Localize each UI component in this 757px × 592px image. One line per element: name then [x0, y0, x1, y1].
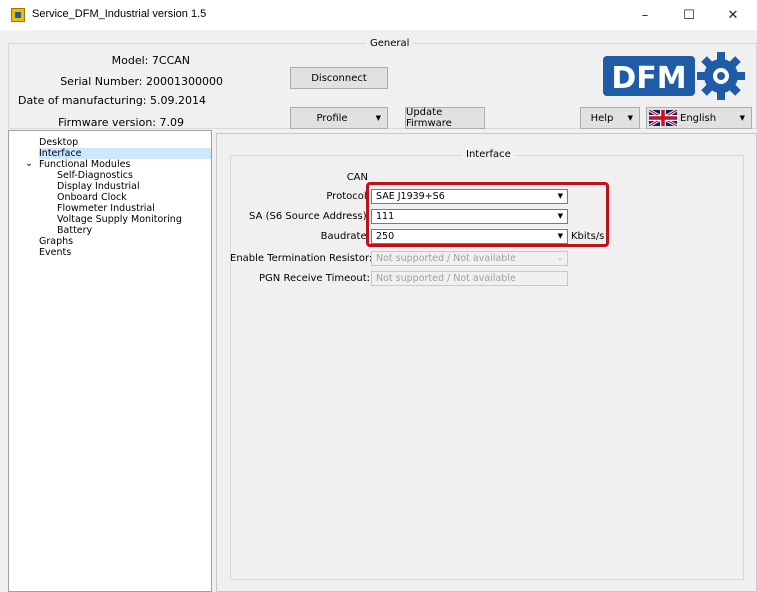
profile-button-label: Profile: [316, 112, 348, 124]
minimize-button[interactable]: –: [623, 0, 667, 30]
manufacture-date-label: Date of manufacturing: 5.09.2014: [18, 94, 206, 107]
chevron-down-icon: ▼: [375, 114, 381, 122]
tree-item-events[interactable]: Events: [39, 247, 71, 258]
tree-item-flowmeter-industrial[interactable]: Flowmeter Industrial: [57, 203, 155, 214]
tree-item-voltage-supply-monitoring[interactable]: Voltage Supply Monitoring: [57, 214, 182, 225]
chevron-down-icon: ▼: [739, 114, 745, 122]
tree-item-onboard-clock[interactable]: Onboard Clock: [57, 192, 127, 203]
tree-item-functional-modules[interactable]: Functional Modules: [39, 159, 130, 170]
tree-expander-functional-modules[interactable]: ⌄: [25, 158, 33, 169]
tree-item-interface[interactable]: Interface: [39, 148, 211, 159]
pgn-timeout-field: Not supported / Not available: [371, 271, 568, 286]
maximize-button[interactable]: ☐: [667, 0, 711, 30]
help-button[interactable]: Help ▼: [580, 107, 640, 129]
termination-resistor-select: Not supported / Not available ⌄: [371, 251, 568, 266]
can-section-label: CAN: [346, 172, 368, 183]
termination-resistor-label: Enable Termination Resistor:: [230, 253, 373, 264]
logo-text: DFM: [611, 61, 686, 96]
tree-item-battery[interactable]: Battery: [57, 225, 92, 236]
firmware-version-label: Firmware version: 7.09: [58, 116, 184, 129]
chevron-down-icon: ⌄: [25, 158, 33, 169]
baudrate-label: Baudrate:: [320, 231, 370, 242]
tree-item-self-diagnostics[interactable]: Self-Diagnostics: [57, 170, 133, 181]
language-select[interactable]: English ▼: [646, 107, 752, 129]
help-button-label: Help: [590, 112, 614, 124]
window-title: Service_DFM_Industrial version 1.5: [32, 8, 207, 20]
chevron-down-icon: ▼: [627, 114, 633, 122]
uk-flag-icon: [649, 110, 677, 126]
close-button[interactable]: ✕: [711, 0, 755, 30]
sa-label: SA (S6 Source Address):: [249, 211, 370, 222]
disconnect-button[interactable]: Disconnect: [290, 67, 388, 89]
tree-item-graphs[interactable]: Graphs: [39, 236, 73, 247]
tree-item-desktop[interactable]: Desktop: [39, 137, 78, 148]
update-firmware-button[interactable]: Update Firmware: [405, 107, 485, 129]
termination-resistor-value: Not supported / Not available: [376, 253, 516, 264]
dfm-logo: DFM: [603, 50, 749, 100]
serial-number-label: Serial Number: 20001300000: [60, 75, 223, 88]
model-label: Model: 7CCAN: [111, 54, 190, 67]
interface-group-title: Interface: [462, 149, 515, 160]
navigation-tree[interactable]: Desktop Interface ⌄ Functional Modules S…: [8, 130, 212, 592]
profile-button[interactable]: Profile ▼: [290, 107, 388, 129]
protocol-label: Protocol:: [326, 191, 370, 202]
highlight-annotation: [366, 182, 609, 247]
language-label: English: [680, 112, 717, 124]
pgn-timeout-label: PGN Receive Timeout:: [259, 273, 370, 284]
app-icon: [11, 8, 25, 22]
general-group-title: General: [366, 38, 414, 49]
chevron-down-icon: ⌄: [557, 254, 563, 262]
tree-item-display-industrial[interactable]: Display Industrial: [57, 181, 140, 192]
